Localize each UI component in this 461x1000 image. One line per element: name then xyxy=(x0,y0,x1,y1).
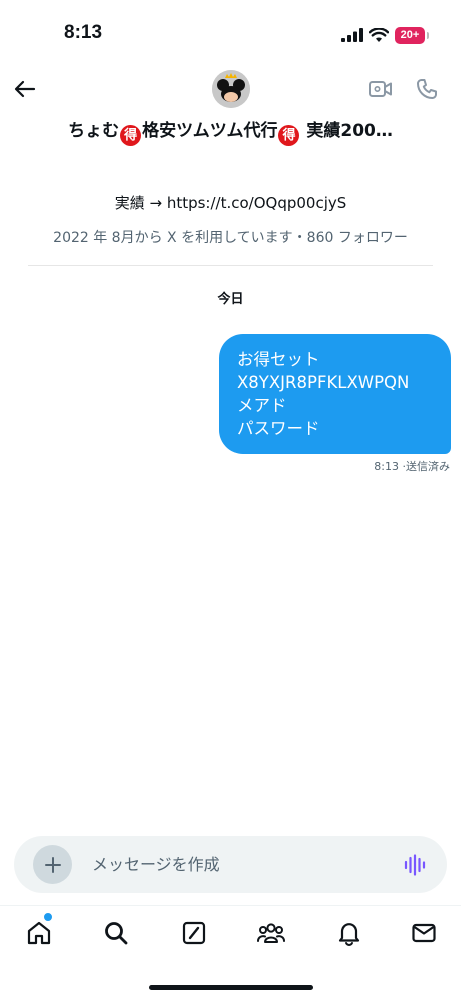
profile-meta: 2022 年 8月から X を利用しています・860 フォロワー xyxy=(53,230,408,246)
tab-grok[interactable] xyxy=(176,915,212,951)
toku-emoji-badge: 得 xyxy=(120,125,142,146)
profile-bio[interactable]: 実績 → https://t.co/OQqp00cjyS xyxy=(0,192,461,213)
message-line: パスワード xyxy=(237,419,320,438)
conversation-title[interactable]: ちょむ得格安ツムツム代行得 実績200… xyxy=(0,116,461,146)
tabbar-divider xyxy=(0,905,461,906)
day-separator: 今日 xyxy=(217,292,244,307)
tab-search[interactable] xyxy=(98,915,134,951)
message-line: X8YXJR8PFKLXWPQN xyxy=(237,373,410,392)
character-avatar-icon xyxy=(212,70,250,108)
audio-waveform-icon xyxy=(404,854,426,876)
wifi-icon xyxy=(369,27,389,42)
divider xyxy=(28,265,433,266)
add-media-button[interactable] xyxy=(33,845,72,884)
toku-emoji-badge: 得 xyxy=(278,125,300,146)
message-line: メアド xyxy=(237,396,287,415)
title-text: ちょむ xyxy=(68,121,120,141)
plus-icon xyxy=(44,856,61,873)
battery-indicator: 20+ xyxy=(395,26,429,44)
message-bubble[interactable]: お得セット X8YXJR8PFKLXWPQN メアド パスワード xyxy=(219,334,451,454)
status-icons: 20+ xyxy=(341,24,429,46)
avatar[interactable] xyxy=(212,70,250,108)
communities-icon xyxy=(257,923,285,943)
message-line: お得セット xyxy=(237,350,320,369)
tab-notifications[interactable] xyxy=(331,915,367,951)
signal-icon xyxy=(341,28,363,42)
home-indicator xyxy=(149,985,313,990)
envelope-icon xyxy=(412,923,436,943)
unread-dot xyxy=(43,912,53,922)
arrow-left-icon xyxy=(14,80,36,98)
grok-icon xyxy=(182,921,206,945)
title-text: 格安ツムツム代行 xyxy=(142,121,278,141)
back-button[interactable] xyxy=(10,74,40,104)
message-status: 8:13 ·送信済み xyxy=(374,460,450,473)
phone-icon xyxy=(417,79,437,99)
voice-call-button[interactable] xyxy=(412,74,442,104)
video-call-button[interactable] xyxy=(366,74,396,104)
message-input[interactable] xyxy=(92,850,382,878)
tab-messages[interactable] xyxy=(406,915,442,951)
status-time: 8:13 xyxy=(64,22,103,43)
video-camera-icon xyxy=(369,81,392,97)
voice-message-button[interactable] xyxy=(400,850,430,880)
search-icon xyxy=(105,922,128,945)
title-text: 実績200… xyxy=(300,121,393,141)
home-icon xyxy=(27,921,51,945)
tab-communities[interactable] xyxy=(253,915,289,951)
bell-icon xyxy=(338,923,360,947)
